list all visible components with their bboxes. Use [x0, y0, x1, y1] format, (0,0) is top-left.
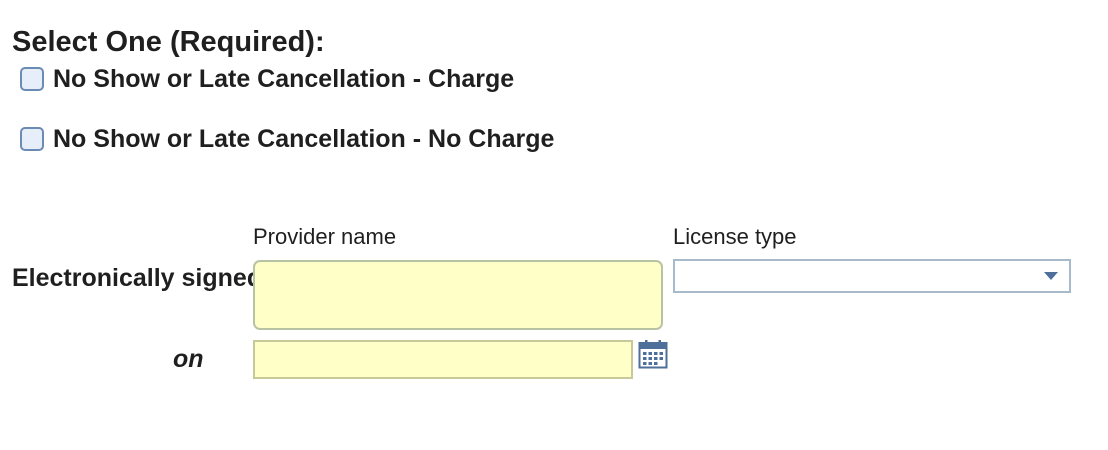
- chevron-down-icon[interactable]: [1044, 272, 1058, 280]
- provider-name-input[interactable]: [253, 260, 663, 330]
- license-type-select[interactable]: [673, 259, 1071, 293]
- signed-date-input[interactable]: [253, 340, 633, 379]
- option-no-charge[interactable]: No Show or Late Cancellation - No Charge: [20, 124, 554, 154]
- option-charge[interactable]: No Show or Late Cancellation - Charge: [20, 64, 514, 94]
- provider-name-label: Provider name: [253, 224, 397, 249]
- section-heading: Select One (Required):: [12, 26, 325, 58]
- signed-on-label: on: [173, 345, 204, 373]
- checkbox-no-charge[interactable]: [20, 127, 44, 151]
- option-no-charge-label: No Show or Late Cancellation - No Charge: [53, 125, 555, 153]
- checkbox-charge[interactable]: [20, 67, 44, 91]
- license-type-label: License type: [673, 224, 797, 249]
- option-charge-label: No Show or Late Cancellation - Charge: [53, 65, 515, 93]
- calendar-icon[interactable]: [638, 339, 668, 369]
